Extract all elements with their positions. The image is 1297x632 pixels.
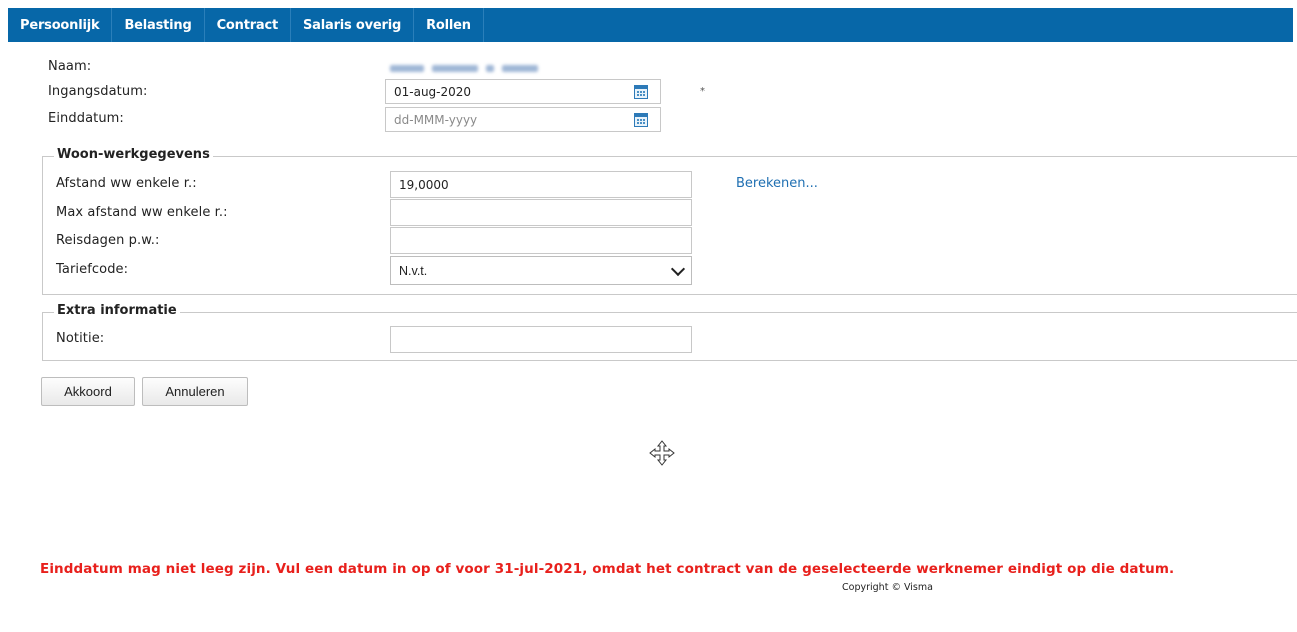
akkoord-button[interactable]: Akkoord bbox=[41, 377, 135, 406]
chevron-down-icon bbox=[670, 261, 686, 277]
reisdagen-input[interactable] bbox=[390, 227, 692, 254]
error-message: Einddatum mag niet leeg zijn. Vul een da… bbox=[40, 561, 1175, 577]
tariefcode-select[interactable]: N.v.t. bbox=[390, 256, 692, 285]
reisdagen-label: Reisdagen p.w.: bbox=[56, 233, 160, 248]
einddatum-label: Einddatum: bbox=[48, 111, 124, 126]
woon-werk-legend: Woon-werkgegevens bbox=[54, 147, 213, 162]
required-marker: * bbox=[700, 86, 705, 97]
einddatum-input[interactable]: dd-MMM-yyyy bbox=[385, 107, 661, 132]
annuleren-button[interactable]: Annuleren bbox=[142, 377, 248, 406]
einddatum-placeholder: dd-MMM-yyyy bbox=[394, 112, 478, 127]
move-cursor-icon bbox=[649, 440, 675, 466]
calendar-icon[interactable] bbox=[634, 113, 648, 127]
extra-info-legend: Extra informatie bbox=[54, 303, 180, 318]
tariefcode-label: Tariefcode: bbox=[56, 262, 129, 277]
tab-salaris-overig[interactable]: Salaris overig bbox=[291, 8, 415, 42]
calendar-icon[interactable] bbox=[634, 85, 648, 99]
tab-rollen[interactable]: Rollen bbox=[414, 8, 484, 42]
naam-value-redacted bbox=[390, 62, 588, 74]
tab-bar: Persoonlijk Belasting Contract Salaris o… bbox=[8, 8, 1293, 42]
ingangsdatum-value: 01-aug-2020 bbox=[394, 84, 472, 99]
copyright-text: Copyright © Visma bbox=[842, 582, 933, 593]
afstand-label: Afstand ww enkele r.: bbox=[56, 176, 197, 191]
notitie-input[interactable] bbox=[390, 326, 692, 353]
afstand-input[interactable]: 19,0000 bbox=[390, 171, 692, 198]
tariefcode-value: N.v.t. bbox=[399, 263, 428, 278]
max-afstand-input[interactable] bbox=[390, 199, 692, 226]
berekenen-link[interactable]: Berekenen... bbox=[736, 176, 818, 191]
tab-contract[interactable]: Contract bbox=[205, 8, 292, 42]
tab-persoonlijk[interactable]: Persoonlijk bbox=[8, 8, 113, 42]
ingangsdatum-input[interactable]: 01-aug-2020 bbox=[385, 79, 661, 104]
notitie-label: Notitie: bbox=[56, 331, 105, 346]
afstand-value: 19,0000 bbox=[399, 177, 449, 192]
ingangsdatum-label: Ingangsdatum: bbox=[48, 84, 148, 99]
max-afstand-label: Max afstand ww enkele r.: bbox=[56, 205, 228, 220]
naam-label: Naam: bbox=[48, 59, 92, 74]
tab-belasting[interactable]: Belasting bbox=[112, 8, 205, 42]
